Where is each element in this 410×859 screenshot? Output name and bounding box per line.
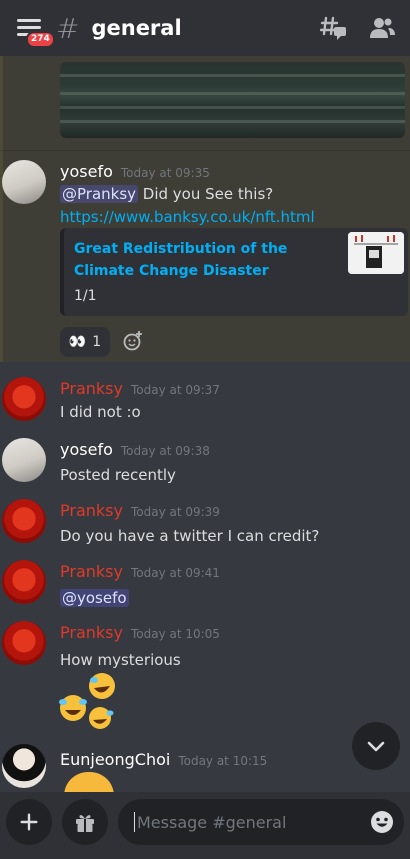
previous-image-attachment[interactable] [60, 62, 405, 138]
author-label: yosefo [60, 162, 113, 181]
threads-button[interactable] [320, 14, 348, 42]
jump-to-present-button[interactable] [352, 722, 400, 770]
channel-hash-icon: # [56, 11, 80, 45]
author-label: Pranksy [60, 501, 123, 520]
reaction-count: 1 [92, 334, 102, 350]
message-text: @Pranksy Did you See this? [60, 185, 273, 203]
laughing-emojis [58, 672, 120, 732]
timestamp: Today at 10:15 [178, 754, 268, 768]
author-label: yosefo [60, 440, 113, 459]
author-name[interactable]: EunjeongChoi Today at 10:15 [60, 750, 267, 769]
timestamp: Today at 09:41 [130, 566, 220, 580]
author-name[interactable]: Pranksy Today at 10:05 [60, 623, 220, 642]
gift-button[interactable] [62, 799, 108, 845]
timestamp: Today at 09:38 [120, 444, 210, 458]
message-text: Do you have a twitter I can credit? [60, 527, 320, 545]
embed-thumbnail[interactable] [348, 232, 404, 274]
timestamp: Today at 09:35 [120, 166, 210, 180]
attach-button[interactable] [6, 799, 52, 845]
members-icon [370, 18, 395, 38]
user-mention[interactable]: @yosefo [60, 589, 129, 607]
timestamp: Today at 09:39 [130, 505, 220, 519]
menu-button[interactable]: 274 [10, 8, 55, 48]
author-label: Pranksy [60, 562, 123, 581]
avatar-pranksy[interactable] [2, 560, 46, 604]
embed-page-indicator: 1/1 [74, 288, 97, 304]
message-body: Did you See this? [138, 185, 274, 203]
avatar-pranksy[interactable] [2, 621, 46, 665]
author-name[interactable]: Pranksy Today at 09:37 [60, 379, 220, 398]
joy-emoji-icon [59, 673, 115, 729]
message-link[interactable]: https://www.banksy.co.uk/nft.html [60, 208, 315, 226]
plus-icon [20, 813, 38, 831]
text-caret [134, 812, 135, 832]
message-text: Posted recently [60, 466, 176, 484]
avatar-yosefo[interactable] [2, 160, 46, 204]
message-text: How mysterious [60, 651, 181, 669]
user-mention[interactable]: @Pranksy [60, 185, 139, 203]
avatar-pranksy[interactable] [2, 499, 46, 543]
avatar-eunjeongchoi[interactable] [2, 744, 46, 788]
reaction-eyes[interactable]: 👀 1 [60, 327, 110, 357]
unread-badge: 274 [26, 31, 55, 48]
channel-title: general [91, 16, 182, 40]
add-reaction-icon[interactable] [122, 330, 144, 352]
link-embed: Great Redistribution of the Climate Chan… [60, 228, 408, 316]
members-button[interactable] [368, 14, 396, 42]
message-composer: Message #general [0, 792, 410, 859]
emoji-picker-icon[interactable] [370, 810, 394, 834]
avatar-yosefo[interactable] [2, 438, 46, 482]
chevron-down-icon [367, 741, 385, 752]
author-name[interactable]: Pranksy Today at 09:41 [60, 562, 220, 581]
gift-icon [76, 815, 94, 832]
discord-mobile-app: 274 # general yosefo Today at 09:35 @Pra… [0, 0, 410, 859]
author-label: Pranksy [60, 623, 123, 642]
eyes-emoji-icon: 👀 [68, 334, 87, 350]
timestamp: Today at 09:37 [130, 383, 220, 397]
threads-icon [320, 16, 346, 40]
author-name[interactable]: Pranksy Today at 09:39 [60, 501, 220, 520]
author-name[interactable]: yosefo Today at 09:38 [60, 440, 210, 459]
author-label: Pranksy [60, 379, 123, 398]
timestamp: Today at 10:05 [130, 627, 220, 641]
thumbnail-artwork-icon [348, 232, 404, 274]
author-label: EunjeongChoi [60, 750, 171, 769]
author-name[interactable]: yosefo Today at 09:35 [60, 162, 210, 181]
message-divider [0, 150, 410, 151]
avatar-pranksy[interactable] [2, 377, 46, 421]
message-input-placeholder: Message #general [137, 812, 287, 832]
message-text: I did not :o [60, 403, 141, 421]
channel-header: 274 # general [0, 0, 410, 56]
message-text: @yosefo [60, 589, 129, 607]
mention-highlight-bar [0, 56, 3, 362]
embed-title[interactable]: Great Redistribution of the Climate Chan… [74, 238, 334, 282]
message-input[interactable]: Message #general [118, 799, 404, 845]
